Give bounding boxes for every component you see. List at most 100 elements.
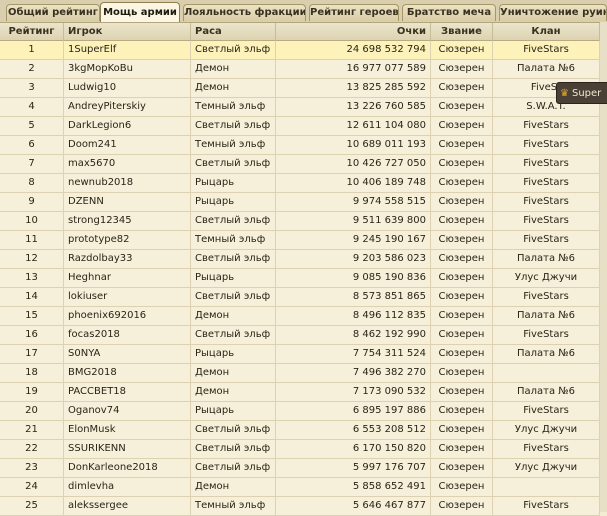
- cell-player: DZENN: [64, 193, 191, 211]
- cell-player: Heghnar: [64, 269, 191, 287]
- cell-clan: FiveStars: [493, 193, 600, 211]
- tooltip-text: Super: [571, 88, 602, 99]
- table-row[interactable]: 17 S0NYA Рыцарь 7 754 311 524 Сюзерен Палата …: [0, 345, 600, 364]
- cell-clan: Палата №6: [493, 307, 600, 325]
- tab-army-power[interactable]: Мощь армии: [100, 2, 180, 22]
- cell-title: Сюзерен: [431, 60, 493, 78]
- cell-race: Светлый эльф: [191, 155, 276, 173]
- tab-hero-rating[interactable]: Рейтинг героев: [309, 4, 399, 21]
- cell-rank: 18: [0, 364, 64, 382]
- table-row[interactable]: 20 Oganov74 Рыцарь 6 895 197 886 Сюзерен Five…: [0, 402, 600, 421]
- cell-clan: Палата №6: [493, 250, 600, 268]
- table-row[interactable]: 9 DZENN Рыцарь 9 974 558 515 Сюзерен FiveStar…: [0, 193, 600, 212]
- cell-score: 8 496 112 835: [276, 307, 431, 325]
- cell-title: Сюзерен: [431, 478, 493, 496]
- cell-rank: 11: [0, 231, 64, 249]
- cell-rank: 10: [0, 212, 64, 230]
- cell-score: 10 426 727 050: [276, 155, 431, 173]
- cell-race: Темный эльф: [191, 497, 276, 515]
- column-header-player[interactable]: Игрок: [64, 23, 191, 41]
- cell-title: Сюзерен: [431, 79, 493, 97]
- cell-player: phoenix692016: [64, 307, 191, 325]
- table-row[interactable]: 7 max5670 Светлый эльф 10 426 727 050 Сюзере…: [0, 155, 600, 174]
- cell-race: Светлый эльф: [191, 421, 276, 439]
- cell-player: DonKarleone2018: [64, 459, 191, 477]
- cell-clan: FiveStars: [493, 117, 600, 135]
- table-row[interactable]: 14 lokiuser Светлый эльф 8 573 851 865 Сюзер…: [0, 288, 600, 307]
- cell-rank: 6: [0, 136, 64, 154]
- table-row[interactable]: 3 Ludwig10 Демон 13 825 285 592 Сюзерен FiveS…: [0, 79, 600, 98]
- cell-rank: 19: [0, 383, 64, 401]
- cell-title: Сюзерен: [431, 41, 493, 59]
- table-row[interactable]: 25 alekssergee Темный эльф 5 646 467 877 Сюз…: [0, 497, 600, 516]
- table-row[interactable]: 11 prototype82 Темный эльф 9 245 190 167 Сюз…: [0, 231, 600, 250]
- cell-clan: [493, 364, 600, 382]
- cell-title: Сюзерен: [431, 307, 493, 325]
- cell-rank: 4: [0, 98, 64, 116]
- table-row[interactable]: 23 DonKarleone2018 Светлый эльф 5 997 176 7…: [0, 459, 600, 478]
- table-row[interactable]: 10 strong12345 Светлый эльф 9 511 639 800 Сю…: [0, 212, 600, 231]
- cell-player: ElonMusk: [64, 421, 191, 439]
- cell-player: alekssergee: [64, 497, 191, 515]
- cell-race: Рыцарь: [191, 174, 276, 192]
- cell-clan: FiveStars: [493, 288, 600, 306]
- table-row[interactable]: 22 SSURIKENN Светлый эльф 6 170 150 820 Сюзе…: [0, 440, 600, 459]
- table-row[interactable]: 18 BMG2018 Демон 7 496 382 270 Сюзерен: [0, 364, 600, 383]
- table-row[interactable]: 8 newnub2018 Рыцарь 10 406 189 748 Сюзерен Fi…: [0, 174, 600, 193]
- cell-rank: 9: [0, 193, 64, 211]
- tab-faction-loyalty[interactable]: Лояльность фракции: [183, 4, 306, 21]
- cell-clan: FiveStars: [493, 231, 600, 249]
- tab-sword-brotherhood[interactable]: Братство меча: [402, 4, 496, 21]
- cell-score: 6 170 150 820: [276, 440, 431, 458]
- cell-race: Светлый эльф: [191, 440, 276, 458]
- cell-player: Doom241: [64, 136, 191, 154]
- cell-rank: 25: [0, 497, 64, 515]
- cell-score: 7 754 311 524: [276, 345, 431, 363]
- table-row[interactable]: 21 ElonMusk Светлый эльф 6 553 208 512 Сюзер…: [0, 421, 600, 440]
- tab-bar: Общий рейтинг Мощь армии Лояльность фрак…: [0, 0, 607, 23]
- column-header-title[interactable]: Звание: [431, 23, 493, 41]
- table-row[interactable]: 4 AndreyPiterskiy Темный эльф 13 226 760 58…: [0, 98, 600, 117]
- cell-race: Демон: [191, 307, 276, 325]
- cell-race: Рыцарь: [191, 193, 276, 211]
- cell-race: Светлый эльф: [191, 250, 276, 268]
- cell-rank: 12: [0, 250, 64, 268]
- cell-player: S0NYA: [64, 345, 191, 363]
- cell-score: 9 203 586 023: [276, 250, 431, 268]
- table-row[interactable]: 16 focas2018 Светлый эльф 8 462 192 990 Сюзе…: [0, 326, 600, 345]
- cell-race: Светлый эльф: [191, 288, 276, 306]
- cell-clan: Палата №6: [493, 60, 600, 78]
- cell-clan: Улус Джучи: [493, 269, 600, 287]
- cell-race: Рыцарь: [191, 402, 276, 420]
- tab-general-rating[interactable]: Общий рейтинг: [6, 4, 100, 21]
- table-row[interactable]: 15 phoenix692016 Демон 8 496 112 835 Сюзерен…: [0, 307, 600, 326]
- column-header-clan[interactable]: Клан: [493, 23, 600, 41]
- cell-score: 12 611 104 080: [276, 117, 431, 135]
- column-header-race[interactable]: Раса: [191, 23, 276, 41]
- column-header-score[interactable]: Очки: [276, 23, 431, 41]
- cell-rank: 15: [0, 307, 64, 325]
- table-row[interactable]: 2 3kgMopKoBu Демон 16 977 077 589 Сюзерен Пал…: [0, 60, 600, 79]
- cell-clan: FiveStars: [493, 326, 600, 344]
- cell-score: 10 689 011 193: [276, 136, 431, 154]
- cell-score: 5 997 176 707: [276, 459, 431, 477]
- table-row[interactable]: 1 1SuperElf Светлый эльф 24 698 532 794 Сюзе…: [0, 41, 600, 60]
- table-row[interactable]: 24 dimlevha Демон 5 858 652 491 Сюзерен: [0, 478, 600, 497]
- cell-race: Светлый эльф: [191, 212, 276, 230]
- cell-clan: FiveStars: [493, 136, 600, 154]
- table-row[interactable]: 6 Doom241 Темный эльф 10 689 011 193 Сюзерен…: [0, 136, 600, 155]
- table-row[interactable]: 5 DarkLegion6 Светлый эльф 12 611 104 080 Сю…: [0, 117, 600, 136]
- cell-player: Razdolbay33: [64, 250, 191, 268]
- table-row[interactable]: 12 Razdolbay33 Светлый эльф 9 203 586 023 Сю…: [0, 250, 600, 269]
- cell-player: DarkLegion6: [64, 117, 191, 135]
- cell-title: Сюзерен: [431, 269, 493, 287]
- cell-rank: 17: [0, 345, 64, 363]
- table-row[interactable]: 19 PACCBET18 Демон 7 173 090 532 Сюзерен Пала…: [0, 383, 600, 402]
- tab-ruins-destruction[interactable]: Уничтожение руин: [499, 4, 607, 21]
- column-header-rank[interactable]: Рейтинг: [0, 23, 64, 41]
- cell-rank: 7: [0, 155, 64, 173]
- cell-rank: 14: [0, 288, 64, 306]
- cell-player: focas2018: [64, 326, 191, 344]
- table-row[interactable]: 13 Heghnar Рыцарь 9 085 190 836 Сюзерен Улус …: [0, 269, 600, 288]
- cell-clan: Улус Джучи: [493, 459, 600, 477]
